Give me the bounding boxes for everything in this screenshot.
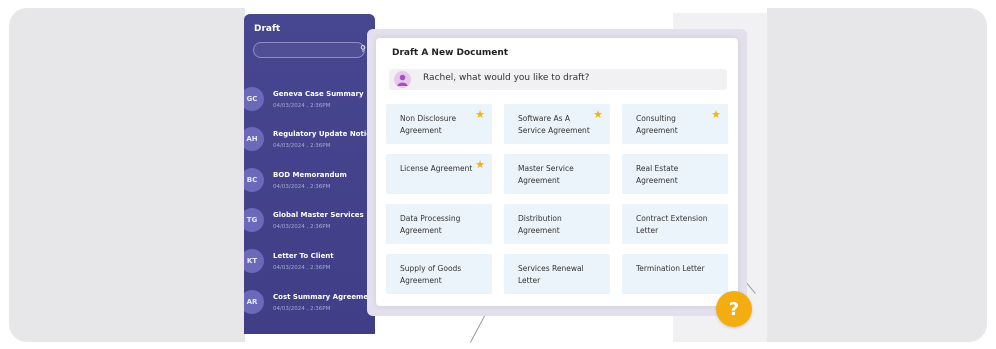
card-label: Supply of Goods Agreement: [400, 264, 462, 285]
item-title: BOD Memorandum: [273, 171, 347, 179]
card-services-renewal-letter[interactable]: Services Renewal Letter: [504, 254, 610, 294]
card-supply-of-goods-agreement[interactable]: Supply of Goods Agreement: [386, 254, 492, 294]
modal-title: Draft A New Document: [392, 48, 509, 58]
item-date: 04/03/2024 , 2:36PM: [273, 306, 331, 312]
item-date: 04/03/2024 , 2:36PM: [273, 224, 331, 230]
star-icon[interactable]: ★: [711, 108, 721, 121]
item-title: Geneva Case Summary: [273, 90, 364, 98]
search-icon[interactable]: ⚲: [360, 44, 366, 53]
card-label: License Agreement: [400, 164, 473, 173]
avatar: BC: [244, 168, 264, 192]
user-avatar-icon: [394, 71, 411, 88]
card-distribution-agreement[interactable]: Distribution Agreement: [504, 204, 610, 244]
card-label: Non Disclosure Agreement: [400, 114, 457, 135]
draft-new-document-modal: Draft A New Document Rachel, what would …: [376, 38, 738, 306]
avatar: KT: [244, 249, 264, 273]
card-label: Master Service Agreement: [518, 164, 574, 185]
star-icon[interactable]: ★: [475, 108, 485, 121]
avatar: GC: [244, 87, 264, 111]
item-date: 04/03/2024 , 2:36PM: [273, 103, 331, 109]
sidebar-item-global-master-services[interactable]: TG Global Master Services 04/03/2024 , 2…: [244, 208, 375, 248]
card-consulting-agreement[interactable]: Consulting Agreement ★: [622, 104, 728, 144]
person-icon: [397, 74, 408, 86]
card-label: Real Estate Agreement: [636, 164, 679, 185]
item-title: Cost Summary Agreement: [273, 293, 369, 301]
card-real-estate-agreement[interactable]: Real Estate Agreement: [622, 154, 728, 194]
sidebar-item-regulatory-update[interactable]: AH Regulatory Update Notice 04/03/2024 ,…: [244, 127, 375, 167]
sidebar-search-input[interactable]: ⚲: [253, 42, 366, 58]
card-termination-letter[interactable]: Termination Letter: [622, 254, 728, 294]
sidebar-title: Draft: [254, 24, 281, 34]
card-label: Termination Letter: [636, 264, 705, 273]
item-date: 04/03/2024 , 2:36PM: [273, 265, 331, 271]
item-date: 04/03/2024 , 2:36PM: [273, 143, 331, 149]
sidebar-item-cost-summary[interactable]: AR Cost Summary Agreement 04/03/2024 , 2…: [244, 290, 375, 330]
prompt-row: Rachel, what would you like to draft?: [389, 69, 727, 90]
card-label: Services Renewal Letter: [518, 264, 584, 285]
item-title: Global Master Services: [273, 211, 364, 219]
card-label: Consulting Agreement: [636, 114, 678, 135]
card-license-agreement[interactable]: License Agreement ★: [386, 154, 492, 194]
card-data-processing-agreement[interactable]: Data Processing Agreement: [386, 204, 492, 244]
avatar: TG: [244, 208, 264, 232]
star-icon[interactable]: ★: [593, 108, 603, 121]
sidebar-item-bod-memorandum[interactable]: BC BOD Memorandum 04/03/2024 , 2:36PM: [244, 168, 375, 208]
card-master-service-agreement[interactable]: Master Service Agreement: [504, 154, 610, 194]
prompt-text: Rachel, what would you like to draft?: [423, 73, 590, 83]
sidebar-item-geneva-case-summary[interactable]: GC Geneva Case Summary 04/03/2024 , 2:36…: [244, 87, 375, 127]
star-icon[interactable]: ★: [475, 158, 485, 171]
card-label: Software As A Service Agreement: [518, 114, 590, 135]
item-title: Letter To Client: [273, 252, 334, 260]
avatar: AH: [244, 127, 264, 151]
card-software-as-a-service-agreement[interactable]: Software As A Service Agreement ★: [504, 104, 610, 144]
sidebar-item-letter-to-client[interactable]: KT Letter To Client 04/03/2024 , 2:36PM: [244, 249, 375, 289]
help-button[interactable]: ?: [716, 291, 752, 327]
card-label: Distribution Agreement: [518, 214, 562, 235]
card-label: Data Processing Agreement: [400, 214, 461, 235]
item-title: Regulatory Update Notice: [273, 130, 369, 138]
draft-sidebar: Draft ⚲ GC Geneva Case Summary 04/03/202…: [244, 14, 375, 334]
item-date: 04/03/2024 , 2:36PM: [273, 184, 331, 190]
card-non-disclosure-agreement[interactable]: Non Disclosure Agreement ★: [386, 104, 492, 144]
card-contract-extension-letter[interactable]: Contract Extension Letter: [622, 204, 728, 244]
avatar: AR: [244, 290, 264, 314]
card-label: Contract Extension Letter: [636, 214, 708, 235]
